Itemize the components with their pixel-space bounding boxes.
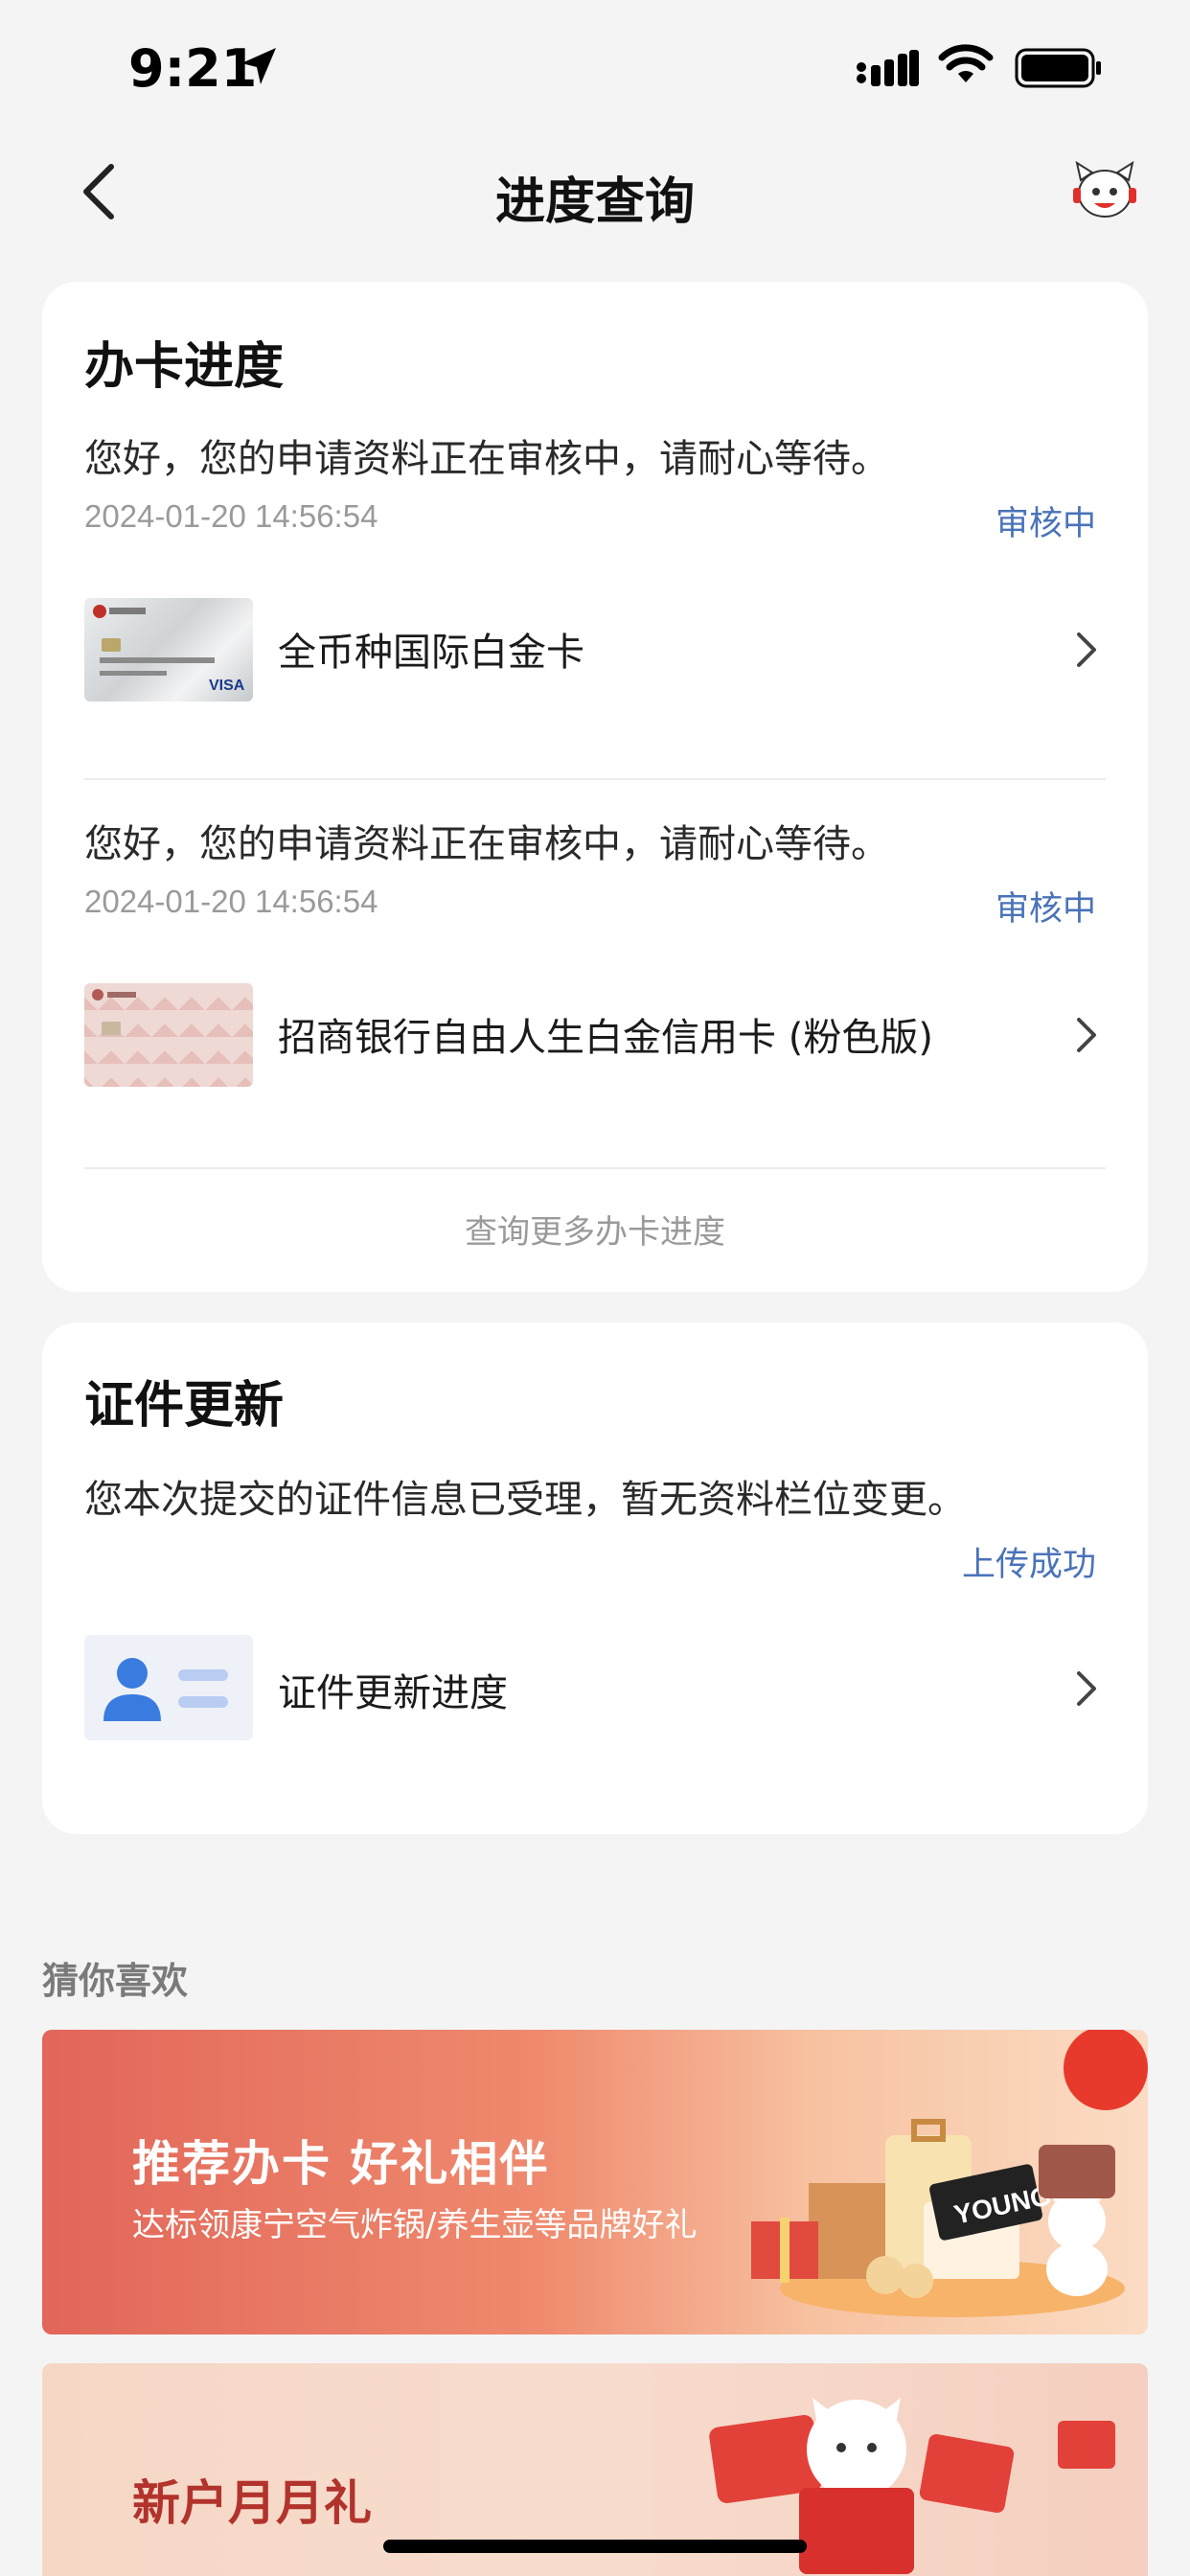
card-name: 全币种国际白金卡 [278,631,584,675]
banner-subtitle: 达标领康宁空气炸锅/养生壶等品牌好礼 [132,2206,698,2244]
progress-timestamp: 2024-01-20 14:56:54 [84,884,378,919]
gift-illustration-icon: YOUNG [751,2030,1148,2317]
wifi-icon [938,44,994,82]
svg-text:VISA: VISA [209,678,245,694]
banner-title: 推荐办卡 好礼相伴 [132,2135,550,2192]
progress-message: 您好，您的申请资料正在审核中，请耐心等待。 [84,437,889,481]
cellular-signal-icon [857,50,919,86]
chevron-right-icon [1077,1671,1096,1706]
card-name: 招商银行自由人生白金信用卡 (粉色版) [278,1016,933,1060]
card-id-update: 证件更新 您本次提交的证件信息已受理，暂无资料栏位变更。 上传成功 证件更新进度 [42,1322,1148,1834]
card-application-progress: 办卡进度 您好，您的申请资料正在审核中，请耐心等待。 2024-01-20 14… [42,282,1148,1292]
chevron-right-icon [1077,632,1096,667]
divider [84,778,1106,780]
card-thumbnail-pink [84,983,253,1087]
battery-icon [1015,48,1101,88]
id-card-icon [84,1635,253,1740]
customer-service-mascot-icon[interactable] [1071,161,1138,220]
progress-message: 您好，您的申请资料正在审核中，请耐心等待。 [84,822,889,866]
status-badge: 审核中 [995,890,1096,929]
id-update-progress-row[interactable]: 证件更新进度 [42,1627,1148,1748]
section-title-recommend: 猜你喜欢 [42,1960,189,2002]
upload-status-badge: 上传成功 [961,1546,1096,1584]
id-update-progress-label: 证件更新进度 [278,1671,508,1715]
id-update-message: 您本次提交的证件信息已受理，暂无资料栏位变更。 [84,1478,966,1522]
status-badge: 审核中 [995,505,1096,543]
section-title-id-update: 证件更新 [84,1377,285,1435]
divider [84,1167,1106,1169]
progress-timestamp: 2024-01-20 14:56:54 [84,498,378,534]
chevron-right-icon [1077,1018,1096,1052]
page-title: 进度查询 [494,173,695,231]
card-item-row[interactable]: VISA 全币种国际白金卡 [42,588,1148,709]
banner-title: 新户月月礼 [132,2474,372,2531]
more-progress-link[interactable]: 查询更多办卡进度 [42,1206,1148,1253]
card-thumbnail-platinum: VISA [84,598,253,702]
location-arrow-icon [241,48,276,84]
promo-banner-card-gift[interactable]: 推荐办卡 好礼相伴 达标领康宁空气炸锅/养生壶等品牌好礼 YOUNG [42,2030,1148,2334]
card-item-row[interactable]: 招商银行自由人生白金信用卡 (粉色版) [42,976,1148,1096]
status-time: 9:21 [128,38,258,99]
home-indicator [383,2540,807,2553]
section-title-card-progress: 办卡进度 [84,338,285,396]
